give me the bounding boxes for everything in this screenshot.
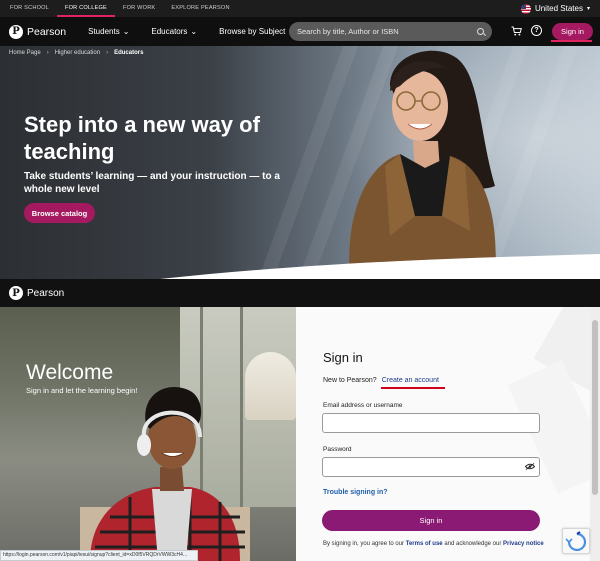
util-link-explore[interactable]: EXPLORE PEARSON	[163, 0, 237, 17]
new-account-row: New to Pearson? Create an account	[323, 377, 439, 384]
signin-button-header[interactable]: Sign in	[552, 23, 593, 40]
welcome-subtitle: Sign in and let the learning begin!	[26, 386, 138, 395]
legal-text: By signing in, you agree to our Terms of…	[323, 539, 548, 549]
util-link-college[interactable]: FOR COLLEGE	[57, 0, 115, 17]
search-icon[interactable]	[477, 28, 484, 35]
status-bar-url: https://login.pearson.com/v1/piapi/iesui…	[0, 550, 198, 561]
welcome-photo-panel: Welcome Sign in and let the learning beg…	[0, 307, 296, 561]
pearson-logo-icon: P	[9, 286, 23, 300]
util-link-work[interactable]: FOR WORK	[115, 0, 163, 17]
recaptcha-badge[interactable]	[562, 528, 590, 554]
pearson-logo-icon: P	[9, 24, 23, 39]
breadcrumb: Home Page › Higher education › Educators	[9, 50, 143, 56]
create-account-link[interactable]: Create an account	[382, 377, 439, 384]
chevron-down-icon: ⌄	[190, 27, 198, 36]
main-nav: P Pearson Students ⌄ Educators ⌄ Browse …	[0, 17, 600, 46]
new-to-pearson-text: New to Pearson?	[323, 377, 377, 384]
terms-of-use-link[interactable]: Terms of use	[406, 541, 443, 547]
nav-educators-label: Educators	[151, 27, 188, 36]
privacy-notice-link[interactable]: Privacy notice	[503, 541, 544, 547]
password-label: Password	[323, 446, 352, 453]
pearson-logo[interactable]: P Pearson	[9, 286, 64, 300]
hero-banner: Home Page › Higher education › Educators…	[0, 46, 600, 279]
chevron-down-icon: ▾	[586, 6, 590, 12]
breadcrumb-higher-ed[interactable]: Higher education	[55, 50, 100, 56]
password-field-wrapper	[322, 457, 540, 478]
nav-browse-label: Browse by Subject	[219, 27, 286, 36]
nav-students-label: Students	[88, 27, 120, 36]
chevron-down-icon: ⌄	[122, 27, 130, 36]
background-lamp	[245, 352, 296, 420]
search-input[interactable]	[297, 27, 477, 36]
trouble-signing-in-link[interactable]: Trouble signing in?	[323, 489, 388, 496]
breadcrumb-home[interactable]: Home Page	[9, 50, 41, 56]
recaptcha-icon	[565, 531, 587, 552]
hero-title: Step into a new way of teaching	[24, 112, 260, 164]
nav-students[interactable]: Students ⌄	[88, 27, 129, 36]
scrollbar-thumb[interactable]	[592, 320, 598, 495]
password-field[interactable]	[323, 459, 539, 478]
help-icon[interactable]: ?	[531, 25, 542, 36]
annotation-underline	[551, 40, 592, 42]
email-label: Email address or username	[323, 402, 403, 409]
region-selector[interactable]: United States ▾	[520, 0, 590, 17]
hero-subtitle: Take students’ learning — and your instr…	[24, 171, 280, 195]
brand-name: Pearson	[27, 25, 67, 38]
breadcrumb-separator: ›	[46, 50, 49, 56]
nav-browse-subject[interactable]: Browse by Subject ⌄	[219, 27, 295, 36]
signin-header: P Pearson	[0, 279, 600, 307]
signin-submit-button[interactable]: Sign in	[322, 510, 540, 531]
welcome-person-photo	[80, 387, 250, 561]
email-field-wrapper	[322, 413, 540, 434]
legal-mid: and acknowledge our	[444, 541, 502, 547]
signin-title: Sign in	[323, 350, 363, 365]
breadcrumb-separator: ›	[106, 50, 109, 56]
annotation-underline	[381, 387, 445, 389]
us-flag-icon	[520, 3, 531, 14]
browse-catalog-button[interactable]: Browse catalog	[24, 203, 95, 223]
nav-educators[interactable]: Educators ⌄	[151, 27, 197, 36]
brand-name: Pearson	[27, 287, 65, 299]
email-field[interactable]	[323, 415, 539, 434]
cart-icon[interactable]	[511, 26, 522, 36]
legal-prefix: By signing in, you agree to our	[323, 541, 405, 547]
search-box[interactable]	[289, 22, 492, 41]
welcome-heading: Welcome	[26, 361, 114, 384]
utility-bar: FOR SCHOOL FOR COLLEGE FOR WORK EXPLORE …	[0, 0, 600, 17]
eye-slash-icon[interactable]	[525, 463, 535, 470]
pearson-logo[interactable]: P Pearson	[9, 24, 67, 39]
util-link-school[interactable]: FOR SCHOOL	[0, 0, 57, 17]
breadcrumb-current: Educators	[114, 50, 144, 56]
region-label: United States	[534, 4, 583, 13]
